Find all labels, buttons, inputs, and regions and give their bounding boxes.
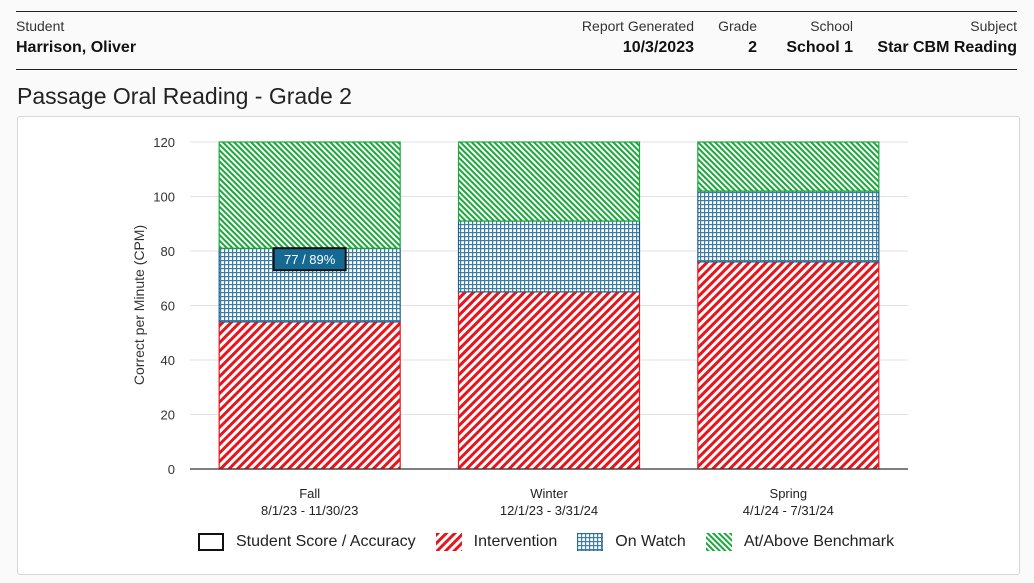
- bar-segment-benchmark: [457, 141, 641, 222]
- y-tick-label: 120: [153, 135, 175, 150]
- y-tick-label: 40: [161, 353, 175, 368]
- y-tick-label: 80: [161, 244, 175, 259]
- legend-item-intervention: Intervention: [435, 533, 558, 551]
- x-tick-label: Winter: [530, 486, 568, 501]
- x-tick-date-label: 12/1/23 - 3/31/24: [500, 503, 598, 518]
- y-tick-labels: 0 20 40 60 80 100 120: [153, 135, 175, 477]
- bar-segment-benchmark: [218, 141, 401, 249]
- stacked-bar-chart: 0 20 40 60 80 100 120 Correct per Minute (CPM)…: [131, 135, 908, 518]
- legend-item-on-watch: On Watch: [577, 533, 686, 551]
- legend: Student Score / Accuracy Intervention On…: [198, 533, 914, 551]
- student-score-swatch-icon: [198, 533, 224, 551]
- y-axis-label: Correct per Minute (CPM): [131, 225, 147, 385]
- legend-label: Intervention: [473, 533, 558, 550]
- student-score-labels: 77 / 89%: [272, 247, 347, 272]
- y-tick-label: 0: [168, 462, 175, 477]
- bar-segment-intervention: [218, 321, 401, 470]
- x-tick-labels: Fall 8/1/23 - 11/30/23 Winter 12/1/23 - 3/3…: [261, 486, 834, 518]
- legend-label: At/Above Benchmark: [743, 533, 895, 550]
- y-tick-label: 20: [161, 408, 175, 423]
- on-watch-swatch-icon: [577, 533, 604, 551]
- x-tick-label: Fall: [299, 486, 320, 501]
- legend-item-student-score: Student Score / Accuracy: [198, 533, 416, 551]
- legend-label: Student Score / Accuracy: [236, 533, 416, 550]
- benchmark-swatch-icon: [705, 533, 732, 551]
- bar-segment-on-watch: [697, 190, 880, 263]
- student-score-label: 77 / 89%: [272, 247, 347, 272]
- bar-segment-on-watch: [457, 220, 641, 293]
- y-tick-label: 60: [161, 299, 175, 314]
- x-tick-label: Spring: [770, 486, 808, 501]
- y-tick-label: 100: [153, 190, 175, 205]
- legend-label: On Watch: [615, 533, 686, 550]
- bar-segment-benchmark: [697, 141, 880, 192]
- legend-item-benchmark: At/Above Benchmark: [705, 533, 895, 551]
- bar-segment-intervention: [697, 261, 880, 470]
- student-score-text: 77 / 89%: [284, 252, 336, 267]
- bars: [218, 141, 880, 470]
- bar-segment-intervention: [457, 291, 641, 470]
- x-tick-date-label: 4/1/24 - 7/31/24: [743, 503, 834, 518]
- intervention-swatch-icon: [435, 533, 462, 551]
- x-tick-date-label: 8/1/23 - 11/30/23: [261, 503, 358, 518]
